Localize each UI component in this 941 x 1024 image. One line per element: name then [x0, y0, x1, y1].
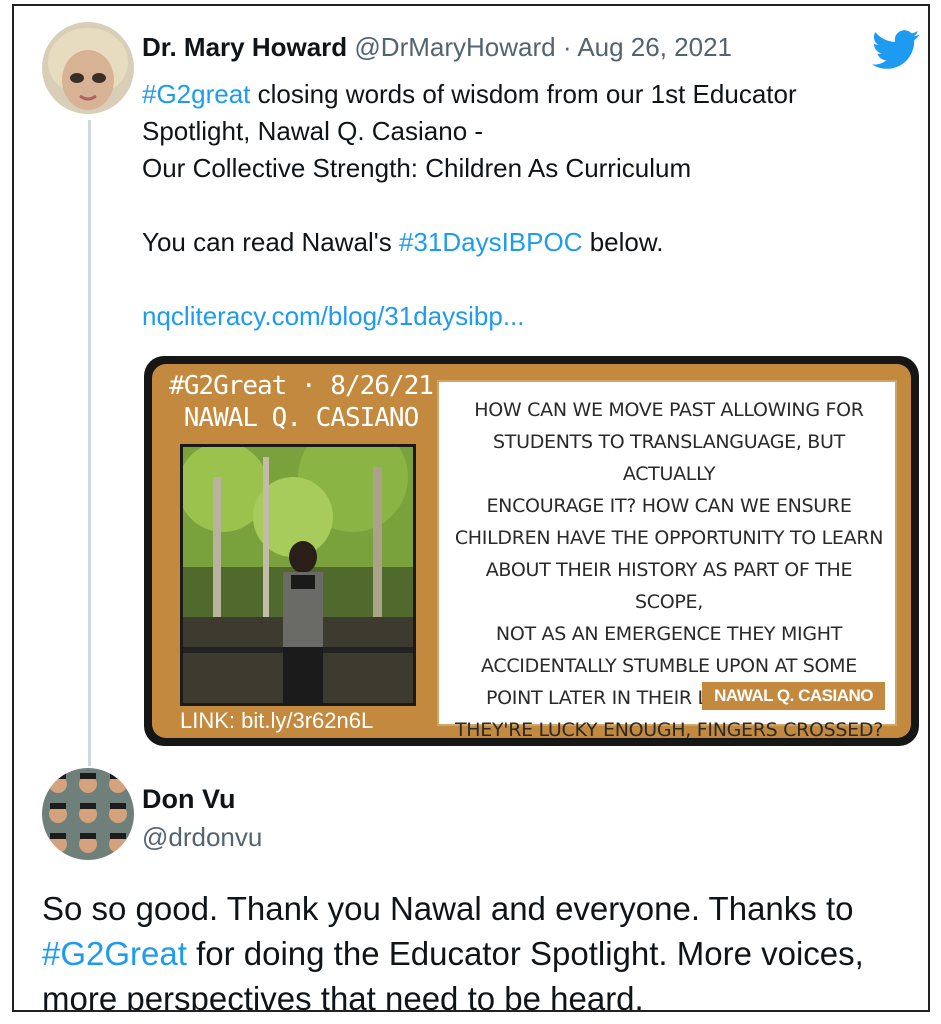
hashtag-g2great-link[interactable]: #G2great: [142, 79, 250, 109]
card-title: #G2Great · 8/26/21 NAWAL Q. CASIANO: [166, 370, 436, 434]
tweet-thread: Dr. Mary Howard @DrMaryHoward · Aug 26, …: [12, 4, 930, 1012]
tweet1-author-name[interactable]: Dr. Mary Howard: [142, 32, 347, 62]
tweet1-url-line: nqcliteracy.com/blog/31daysibp...: [142, 298, 902, 335]
quote-author-badge: NAWAL Q. CASIANO: [702, 682, 885, 710]
quote-line: about their history as part of the scope…: [485, 559, 853, 613]
tweet1-separator: ·: [562, 32, 572, 62]
quote-box: How can we move past allowing for studen…: [437, 380, 897, 738]
hashtag-31daysibpoc-link[interactable]: #31DaysIBPOC: [399, 227, 583, 257]
tweet2-author-handle[interactable]: @drdonvu: [142, 822, 262, 853]
blog-url-link[interactable]: nqcliteracy.com/blog/31daysibp...: [142, 301, 525, 331]
tweet1-line2: Spotlight, Nawal Q. Casiano -: [142, 116, 484, 146]
avatar-don-vu[interactable]: [42, 768, 134, 860]
card-background: #G2Great · 8/26/21 NAWAL Q. CASIANO LINK…: [152, 364, 911, 738]
tweet1-author-handle[interactable]: @DrMaryHoward: [354, 32, 555, 62]
hashtag-g2great-link-2[interactable]: #G2Great: [42, 935, 187, 972]
thread-connector-line: [88, 120, 91, 766]
quote-line: encourage it? How can we ensure: [486, 495, 852, 517]
tweet1-line3: Our Collective Strength: Children As Cur…: [142, 153, 692, 183]
tweet1-line1: #G2great closing words of wisdom from ou…: [142, 79, 797, 109]
tweet2-author-name[interactable]: Don Vu: [142, 784, 236, 815]
avatar-dr-mary-howard[interactable]: [42, 22, 134, 114]
tweet1-header: Dr. Mary Howard @DrMaryHoward · Aug 26, …: [142, 32, 862, 72]
quote-line: How can we move past allowing for: [474, 399, 864, 421]
twitter-bird-icon[interactable]: [872, 30, 920, 70]
quote-line: students to translanguage, but actually: [493, 431, 845, 485]
card-link-text: LINK: bit.ly/3r62n6L: [180, 708, 374, 733]
quote-line: not as an emergence they might: [495, 623, 843, 645]
tweet1-image-card[interactable]: #G2Great · 8/26/21 NAWAL Q. CASIANO LINK…: [144, 356, 919, 746]
card-title-line2: NAWAL Q. CASIANO: [183, 403, 419, 433]
card-photo: [180, 444, 416, 706]
quote-line: they're lucky enough, fingers crossed?: [454, 719, 884, 738]
card-title-line1: #G2Great · 8/26/21: [169, 371, 434, 401]
tweet1-body: #G2great closing words of wisdom from ou…: [142, 76, 902, 335]
tweet1-date[interactable]: Aug 26, 2021: [577, 32, 732, 62]
tweet2-body: So so good. Thank you Nawal and everyone…: [42, 890, 864, 1012]
quote-line: children have the opportunity to learn: [454, 527, 884, 549]
quote-line: accidentally stumble upon at some: [481, 655, 857, 677]
tweet1-line4: You can read Nawal's #31DaysIBPOC below.: [142, 227, 664, 257]
